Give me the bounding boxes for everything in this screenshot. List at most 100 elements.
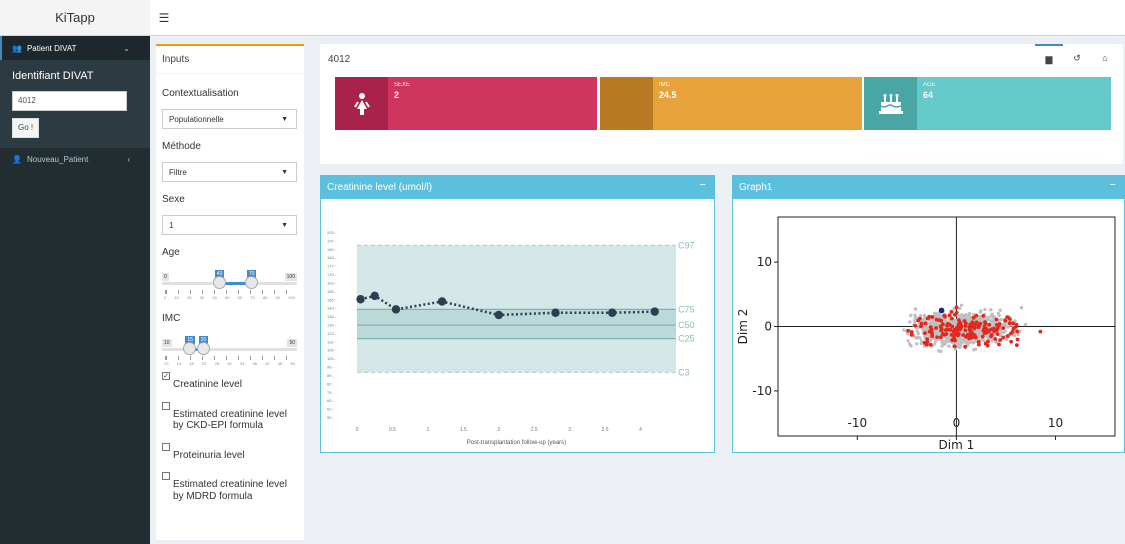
ckd-epi-checkbox[interactable]: Estimated creatinine level by CKD-EPI fo… xyxy=(162,401,298,432)
filtered-patient-point xyxy=(949,309,954,314)
methode-label: Méthode xyxy=(162,141,201,152)
population-point xyxy=(908,313,913,318)
slider-track xyxy=(162,348,297,351)
filtered-patient-point xyxy=(986,329,991,334)
slider-tick-labels: 0 10 20 30 40 50 60 70 80 90 100 xyxy=(162,295,297,300)
patient-id-label: Identifiant DIVAT xyxy=(12,70,94,82)
minimize-icon[interactable]: − xyxy=(700,179,706,191)
card-title: Creatinine level (umol/l) xyxy=(327,182,433,193)
info-box-value: 2 xyxy=(394,90,400,100)
percentile-label: C50 xyxy=(678,320,695,330)
population-point xyxy=(927,322,932,326)
minimize-icon[interactable]: − xyxy=(1110,179,1116,191)
imc-range-slider[interactable]: 10 50 15 20 10 14 18 22 26 30 34 38 42 46 50 xyxy=(162,331,297,366)
id-card-icon[interactable]: ▆ xyxy=(1035,44,1063,72)
population-point xyxy=(1023,322,1028,327)
y-tick-label: 130 - xyxy=(327,323,337,328)
user-plus-icon: 👤 xyxy=(12,155,22,164)
filtered-patient-point xyxy=(992,326,996,331)
y-tick-label: 123 - xyxy=(327,331,337,336)
checkbox-label: Estimated creatinine level by MDRD formu… xyxy=(173,479,287,502)
y-tick-label: 197 - xyxy=(327,238,337,243)
filtered-patient-point xyxy=(973,335,978,340)
filtered-patient-point xyxy=(913,323,918,328)
creatinine-data-point xyxy=(494,310,503,320)
creatinine-data-point xyxy=(551,308,560,317)
slider-low-handle[interactable] xyxy=(212,276,226,289)
slider-high-handle[interactable] xyxy=(196,342,210,355)
checkbox-box[interactable]: ✓ xyxy=(162,372,170,380)
filtered-patient-point xyxy=(1014,322,1019,327)
go-button[interactable]: Go ! xyxy=(12,117,40,138)
filtered-patient-point xyxy=(945,323,949,328)
filtered-patient-point xyxy=(919,321,924,326)
slider-tick-label: 34 xyxy=(239,361,245,366)
filtered-patient-point xyxy=(985,343,990,348)
slider-tick-label: 30 xyxy=(227,361,232,366)
y-tick-label: 0 xyxy=(764,320,772,334)
sidebar-item-patient-divat[interactable]: 👥 Patient DIVAT ⌄ xyxy=(0,36,150,60)
checkbox-box[interactable] xyxy=(162,442,170,451)
filtered-patient-point xyxy=(1010,329,1015,334)
sidebar-item-new-patient[interactable]: 👤 Nouveau_Patient ‹ xyxy=(0,148,150,172)
age-range-slider[interactable]: 0 100 40 70 0 10 20 30 40 50 60 70 80 90 100 xyxy=(162,265,297,300)
mdrd-checkbox[interactable]: Estimated creatinine level by MDRD formu… xyxy=(162,472,298,502)
checkbox-box[interactable] xyxy=(162,401,170,410)
slider-low-handle[interactable] xyxy=(183,342,197,355)
filtered-patient-point xyxy=(981,328,986,333)
bank-icon[interactable]: ⌂ xyxy=(1091,44,1119,72)
filtered-patient-point xyxy=(1005,334,1010,338)
filtered-patient-point xyxy=(997,323,1001,328)
slider-high-handle[interactable] xyxy=(244,276,258,289)
checkbox-box[interactable] xyxy=(162,472,170,480)
percentile-label: C75 xyxy=(678,304,695,314)
slider-tick-label: 18 xyxy=(189,361,194,366)
checkbox-label: Proteinuria level xyxy=(173,449,245,461)
population-point xyxy=(1019,306,1024,310)
slider-tick-label: 26 xyxy=(214,361,220,366)
info-box-content: IMC 24.5 xyxy=(653,77,862,130)
slider-ticks xyxy=(165,356,294,360)
patient-id-input[interactable] xyxy=(12,90,127,111)
contextualisation-select[interactable]: Populationnelle ▼ xyxy=(162,109,297,129)
proteinuria-checkbox[interactable]: Proteinuria level xyxy=(162,442,298,462)
filtered-patient-point xyxy=(970,331,975,336)
chevron-left-icon: ‹ xyxy=(127,155,130,164)
sidebar-item-label: Nouveau_Patient xyxy=(26,155,89,164)
x-tick-label: 2 xyxy=(497,427,500,433)
population-point xyxy=(957,306,962,311)
population-point xyxy=(947,337,951,341)
x-tick-label: 1.5 xyxy=(460,427,467,433)
app-logo[interactable]: KiTapp xyxy=(0,0,150,36)
slider-tick-label: 46 xyxy=(277,361,283,366)
filtered-patient-point xyxy=(950,316,954,321)
creatinine-card: Creatinine level (umol/l) − C97 C75 C50 C25… xyxy=(320,175,715,453)
history-icon[interactable]: ↺ xyxy=(1063,44,1091,72)
population-point xyxy=(959,303,964,308)
x-tick-label: 2.5 xyxy=(531,427,538,433)
info-box-label: IMC xyxy=(659,82,670,88)
hamburger-icon[interactable]: ☰ xyxy=(150,0,178,36)
y-tick-label: -10 xyxy=(752,384,772,398)
y-tick-label: 150 - xyxy=(327,297,337,302)
chevron-down-icon: ⌄ xyxy=(123,43,130,53)
info-box-label: Age xyxy=(923,82,936,88)
slider-tick-label: 10 xyxy=(174,295,179,300)
creatinine-checkbox[interactable]: ✓ Creatinine level xyxy=(162,372,298,391)
creatinine-data-point xyxy=(356,295,365,304)
filtered-patient-point xyxy=(939,335,943,340)
select-value: 1 xyxy=(169,220,174,230)
creatinine-data-point xyxy=(391,305,401,314)
population-point xyxy=(971,340,975,345)
sexe-select[interactable]: 1 ▼ xyxy=(162,215,297,235)
filtered-patient-point xyxy=(909,330,914,335)
filtered-patient-point xyxy=(947,313,952,318)
slider-min: 0 xyxy=(162,273,169,281)
x-tick-label: 0 xyxy=(953,416,961,430)
methode-select[interactable]: Filtre ▼ xyxy=(162,162,297,182)
population-point xyxy=(909,344,913,348)
card-title: Graph1 xyxy=(739,182,773,193)
y-axis-title: Dim 2 xyxy=(736,309,750,345)
caret-down-icon: ▼ xyxy=(281,168,288,176)
inputs-title: Inputs xyxy=(156,46,304,74)
